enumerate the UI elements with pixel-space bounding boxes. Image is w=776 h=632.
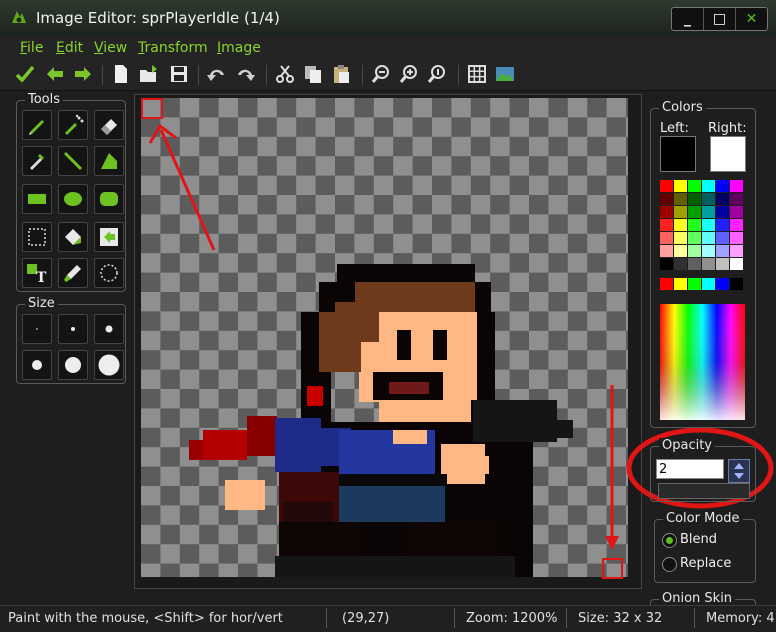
palette-swatch [702,180,715,192]
palette-swatch [688,219,701,231]
palette-swatch [702,232,715,244]
palette-swatch [674,206,687,218]
palette-swatch [688,180,701,192]
palette-swatch [688,193,701,205]
palette-swatch [660,258,673,270]
left-color-label: Left: [660,121,689,136]
palette-swatch [716,193,729,205]
palette-swatch [730,219,743,231]
palette-swatch [688,206,701,218]
palette-swatch [660,180,673,192]
color-palette[interactable] [660,180,745,294]
right-color-label: Right: [708,121,747,136]
opacity-spinner[interactable] [728,459,750,483]
palette-swatch [660,278,673,290]
palette-swatch [702,245,715,257]
onion-skin-panel-label: Onion Skin [659,591,736,606]
palette-swatch [730,193,743,205]
status-coords: (29,27) [342,611,390,626]
annotation-bottom-right-box [602,558,623,579]
palette-swatch [674,245,687,257]
annotation-arrowhead-down [605,536,619,550]
radio-selected-dot [666,537,673,544]
annotation-top-left-box [141,98,163,119]
replace-label: Replace [680,556,732,571]
palette-swatch [716,258,729,270]
palette-swatch [716,180,729,192]
opacity-panel-label: Opacity [659,438,716,453]
palette-swatch [702,278,715,290]
palette-swatch [716,219,729,231]
palette-swatch [688,232,701,244]
annotation-arrow-up [159,129,216,251]
palette-swatch [716,232,729,244]
palette-swatch [730,206,743,218]
palette-swatch [660,193,673,205]
color-mode-panel-label: Color Mode [663,511,743,526]
status-size: Size: 32 x 32 [578,611,663,626]
palette-swatch [660,245,673,257]
status-hint: Paint with the mouse, <Shift> for hor/ve… [8,611,283,626]
palette-swatch [702,258,715,270]
palette-swatch [730,232,743,244]
status-memory: Memory: 41 [706,611,776,626]
blend-radio[interactable] [662,533,677,548]
palette-swatch [716,206,729,218]
blend-label: Blend [680,532,718,547]
palette-swatch [730,180,743,192]
palette-swatch [688,245,701,257]
palette-swatch [660,219,673,231]
opacity-input[interactable] [656,459,724,479]
palette-swatch [702,206,715,218]
color-mode-panel: Color Mode [654,511,756,583]
color-spectrum-picker[interactable] [660,304,745,420]
status-bar: Paint with the mouse, <Shift> for hor/ve… [0,605,776,632]
palette-swatch [674,180,687,192]
right-color-swatch[interactable] [710,136,746,172]
palette-swatch [688,258,701,270]
palette-swatch [660,232,673,244]
palette-swatch [688,278,701,290]
left-color-swatch[interactable] [660,136,696,172]
palette-swatch [674,219,687,231]
spinner-arrows-icon [734,463,744,479]
palette-swatch [730,245,743,257]
opacity-slider[interactable] [658,483,750,499]
palette-swatch [730,278,743,290]
palette-swatch [702,193,715,205]
palette-swatch [674,193,687,205]
palette-swatch [674,258,687,270]
palette-swatch [660,206,673,218]
status-zoom: Zoom: 1200% [466,611,558,626]
colors-panel-label: Colors [659,100,706,115]
replace-radio[interactable] [662,557,677,572]
palette-swatch [716,278,729,290]
palette-swatch [674,232,687,244]
palette-swatch [702,219,715,231]
palette-swatch [730,258,743,270]
palette-swatch [674,278,687,290]
palette-swatch [716,245,729,257]
